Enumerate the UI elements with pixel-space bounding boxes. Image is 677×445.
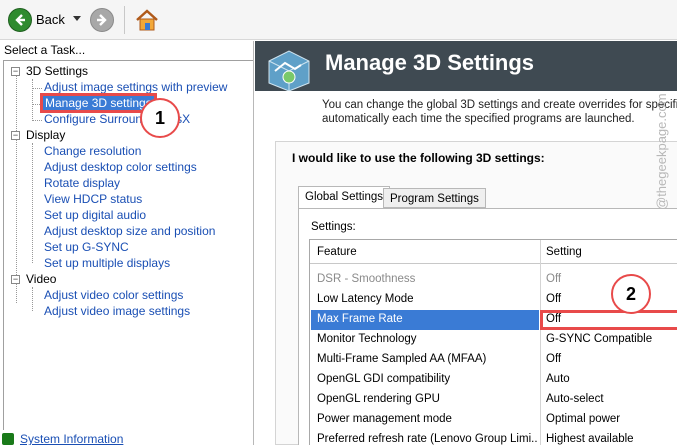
tree-item-adjust-video-image[interactable]: Adjust video image settings [44, 304, 190, 318]
tree-line [32, 120, 42, 121]
watermark-text: @thegeekpage.com [654, 93, 669, 210]
tree-item-adjust-image-settings[interactable]: Adjust image settings with preview [44, 80, 227, 94]
collapse-icon[interactable]: − [11, 275, 20, 284]
page-header: Manage 3D Settings [255, 41, 677, 91]
settings-row-preferred-refresh-rate[interactable]: Preferred refresh rate (Lenovo Group Lim… [310, 430, 677, 445]
tab-global-settings[interactable]: Global Settings [298, 186, 390, 209]
tree-item-adjust-desktop-size[interactable]: Adjust desktop size and position [44, 224, 215, 238]
feature-value: Off [546, 313, 562, 325]
feature-value: Off [546, 293, 562, 305]
feature-name: Monitor Technology [317, 333, 417, 345]
settings-grid: Feature Setting DSR - Smoothness Off Low… [309, 239, 677, 445]
select-task-label: Select a Task... [4, 43, 86, 57]
tree-item-rotate-display[interactable]: Rotate display [44, 176, 120, 190]
home-icon[interactable] [134, 7, 160, 33]
forward-arrow-icon[interactable] [90, 8, 114, 32]
panel-title: I would like to use the following 3D set… [292, 151, 545, 165]
tree-line [32, 287, 33, 311]
tree-line [32, 104, 42, 105]
settings-row-max-frame-rate[interactable]: Max Frame Rate Off [310, 310, 677, 330]
feature-value: Optimal power [546, 413, 621, 425]
tree-category-3d-settings[interactable]: 3D Settings [26, 64, 88, 78]
back-button-label[interactable]: Back [36, 12, 65, 27]
system-information-label[interactable]: System Information [20, 432, 123, 445]
tree-category-display[interactable]: Display [26, 128, 65, 142]
description-line-1: You can change the global 3D settings an… [322, 99, 677, 111]
description-line-2: automatically each time the specified pr… [322, 113, 635, 125]
feature-name: Max Frame Rate [317, 313, 403, 325]
toolbar-separator [124, 6, 125, 34]
feature-value: Auto [546, 373, 570, 385]
tree-item-adjust-desktop-color[interactable]: Adjust desktop color settings [44, 160, 197, 174]
feature-name: Multi-Frame Sampled AA (MFAA) [317, 353, 487, 365]
feature-value: Highest available [546, 433, 634, 445]
3d-settings-icon [268, 50, 310, 91]
collapse-icon[interactable]: − [11, 131, 20, 140]
tab-program-settings[interactable]: Program Settings [383, 188, 486, 208]
page-title: Manage 3D Settings [325, 50, 535, 75]
toolbar: Back [0, 0, 677, 40]
content-pane: Manage 3D Settings You can change the gl… [255, 41, 677, 445]
feature-name: Preferred refresh rate (Lenovo Group Lim… [317, 433, 537, 445]
feature-value: G-SYNC Compatible [546, 333, 653, 345]
task-pane: Select a Task... − 3D Settings Adjust im… [0, 41, 254, 445]
system-information-link[interactable]: System Information [2, 432, 123, 445]
tree-line [16, 73, 17, 303]
watermark: @thegeekpage.com [654, 93, 669, 210]
feature-name: OpenGL rendering GPU [317, 393, 440, 405]
tree-item-view-hdcp-status[interactable]: View HDCP status [44, 192, 142, 206]
tree-line [32, 143, 33, 263]
page-description: You can change the global 3D settings an… [322, 98, 677, 126]
tree-item-manage-3d-settings[interactable]: Manage 3D settings [40, 93, 157, 113]
step-callout-1: 1 [140, 98, 180, 138]
tree-item-adjust-video-color[interactable]: Adjust video color settings [44, 288, 183, 302]
collapse-icon[interactable]: − [11, 67, 20, 76]
settings-row-power-management[interactable]: Power management mode Optimal power [310, 410, 677, 430]
settings-label: Settings: [311, 221, 356, 233]
feature-value: Off [546, 273, 562, 285]
column-header-setting[interactable]: Setting [546, 246, 582, 258]
tree-item-set-up-multiple-displays[interactable]: Set up multiple displays [44, 256, 170, 270]
tree-item-change-resolution[interactable]: Change resolution [44, 144, 141, 158]
feature-name: Power management mode [317, 413, 452, 425]
feature-name: DSR - Smoothness [317, 273, 416, 285]
step-callout-2: 2 [611, 274, 651, 314]
global-settings-tab-content: Settings: Feature Setting DSR - Smoothne… [298, 208, 677, 445]
feature-value: Off [546, 353, 562, 365]
back-history-dropdown-icon[interactable] [73, 16, 81, 21]
settings-row-opengl-gdi[interactable]: OpenGL GDI compatibility Auto [310, 370, 677, 390]
task-tree: − 3D Settings Adjust image settings with… [3, 60, 253, 430]
feature-name: OpenGL GDI compatibility [317, 373, 451, 385]
tree-item-set-up-digital-audio[interactable]: Set up digital audio [44, 208, 146, 222]
feature-name: Low Latency Mode [317, 293, 414, 305]
feature-value: Auto-select [546, 393, 604, 405]
back-arrow-icon[interactable] [8, 8, 32, 32]
tree-category-video[interactable]: Video [26, 272, 56, 286]
system-info-icon [2, 433, 14, 445]
tree-item-set-up-g-sync[interactable]: Set up G-SYNC [44, 240, 129, 254]
settings-row-opengl-rendering-gpu[interactable]: OpenGL rendering GPU Auto-select [310, 390, 677, 410]
tree-line [32, 79, 33, 119]
grid-header: Feature Setting [310, 240, 677, 264]
settings-row-monitor-technology[interactable]: Monitor Technology G-SYNC Compatible [310, 330, 677, 350]
column-header-feature[interactable]: Feature [317, 246, 357, 258]
tree-line [32, 88, 42, 89]
settings-row-mfaa[interactable]: Multi-Frame Sampled AA (MFAA) Off [310, 350, 677, 370]
